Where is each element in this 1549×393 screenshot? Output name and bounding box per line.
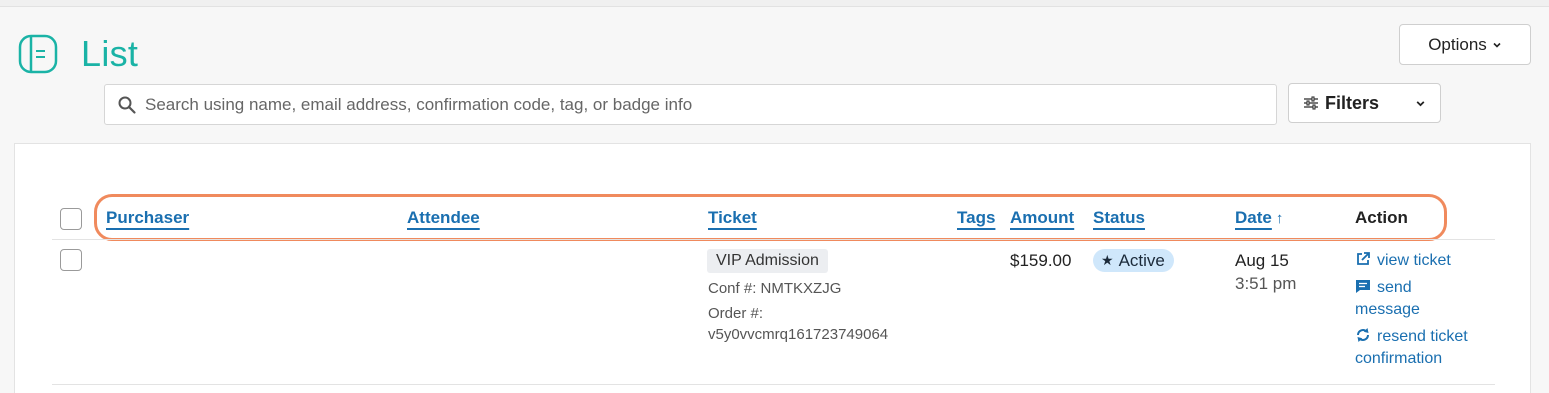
status-badge: ★ Active: [1093, 249, 1174, 272]
resend-label-1: resend ticket: [1377, 328, 1468, 345]
status-label: Active: [1118, 250, 1165, 270]
order-number: v5y0vvcmrq161723749064: [708, 326, 889, 343]
chevron-down-icon: [1493, 42, 1501, 48]
options-button[interactable]: Options: [1399, 24, 1531, 65]
column-header-date[interactable]: Date ↑: [1235, 208, 1283, 228]
search-bar: [104, 84, 1277, 125]
resend-label-2: confirmation: [1355, 350, 1443, 367]
amount-value: $159.00: [1010, 251, 1072, 270]
purchase-date: Aug 15: [1235, 251, 1289, 270]
row-select-checkbox[interactable]: [60, 249, 82, 271]
view-ticket-label: view ticket: [1377, 252, 1451, 269]
book-icon: [18, 34, 58, 74]
order-label: Order #:: [708, 305, 764, 322]
send-message-label-2: message: [1355, 301, 1420, 318]
view-ticket-link[interactable]: view ticket: [1355, 250, 1451, 272]
column-header-amount[interactable]: Amount: [1010, 208, 1074, 228]
send-message-label-1: send: [1377, 279, 1412, 296]
search-icon: [118, 96, 136, 114]
options-label: Options: [1428, 34, 1487, 54]
filters-label: Filters: [1325, 92, 1380, 113]
column-header-status[interactable]: Status: [1093, 208, 1145, 228]
sliders-icon: [1304, 96, 1318, 110]
column-header-attendee[interactable]: Attendee: [407, 208, 480, 228]
purchase-time: 3:51 pm: [1235, 274, 1297, 293]
ticket-type-badge: VIP Admission: [707, 249, 828, 273]
chevron-down-icon: [1416, 101, 1425, 107]
message-icon: [1356, 280, 1370, 293]
refresh-icon: [1357, 328, 1369, 342]
page-title: List: [81, 33, 139, 74]
filters-dropdown[interactable]: Filters: [1288, 83, 1441, 123]
resend-confirmation-link[interactable]: resend ticket confirmation: [1355, 326, 1468, 370]
star-icon: ★: [1101, 252, 1114, 268]
row-divider: [52, 239, 1495, 240]
column-header-tags[interactable]: Tags: [957, 208, 995, 228]
external-link-icon: [1357, 252, 1370, 265]
confirmation-code: Conf #: NMTKXZJG: [708, 280, 842, 297]
send-message-link[interactable]: send message: [1355, 277, 1420, 321]
column-header-ticket[interactable]: Ticket: [708, 208, 757, 228]
column-header-date-label: Date: [1235, 208, 1272, 227]
select-all-checkbox[interactable]: [60, 208, 82, 230]
top-bar: [0, 0, 1549, 7]
column-header-action: Action: [1355, 208, 1408, 227]
sort-ascending-icon: ↑: [1275, 210, 1284, 227]
column-header-purchaser[interactable]: Purchaser: [106, 208, 189, 228]
search-input[interactable]: [145, 94, 1245, 115]
row-divider: [52, 384, 1495, 385]
